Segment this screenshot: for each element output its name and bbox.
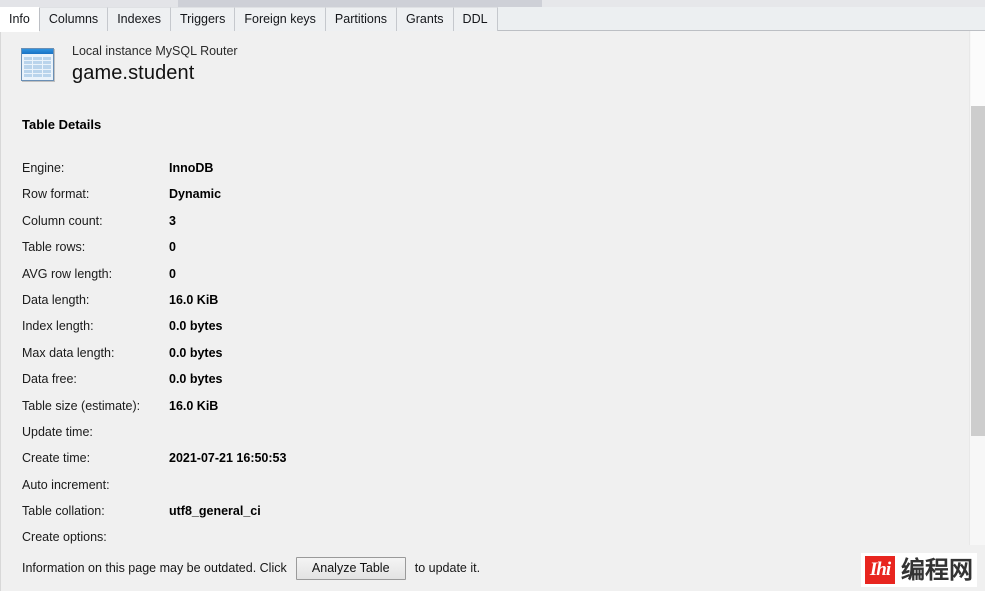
sliver-segment-right <box>542 0 985 7</box>
detail-row: Table rows: 0 <box>22 240 622 266</box>
watermark-text: 编程网 <box>901 556 973 584</box>
table-icon-cell <box>33 69 42 73</box>
detail-value: 0.0 bytes <box>169 345 223 360</box>
table-icon-cell <box>42 65 51 69</box>
table-info-panel: Info Columns Indexes Triggers Foreign keys Pa… <box>0 0 985 591</box>
detail-label: Engine: <box>22 161 65 175</box>
detail-label: Update time: <box>22 424 93 439</box>
scrollbar-thumb[interactable] <box>971 106 985 436</box>
table-icon-grid <box>24 57 51 77</box>
section-title: Table Details <box>22 117 102 132</box>
table-icon-cell <box>24 73 33 77</box>
detail-label: Data length: <box>22 292 90 307</box>
detail-label: Table size (estimate): <box>22 398 141 413</box>
analyze-table-button[interactable]: Analyze Table <box>295 556 406 580</box>
detail-value: 0 <box>169 266 176 281</box>
detail-label: AVG row length: <box>22 266 113 281</box>
table-details-list: Engine: InnoDB Row format: Dynamic Column co… <box>22 161 622 557</box>
footer-text-after: to update it. <box>414 561 481 575</box>
table-icon-titlebar <box>22 49 53 54</box>
detail-value: 0.0 bytes <box>169 319 223 334</box>
table-icon-cell <box>33 73 42 77</box>
detail-value: 16.0 KiB <box>169 398 219 413</box>
watermark: Ihi 编程网 <box>861 553 977 587</box>
detail-label: Auto increment: <box>22 477 110 492</box>
detail-row: AVG row length: 0 <box>22 267 622 293</box>
table-icon-cell <box>24 61 33 65</box>
tab-list: Info Columns Indexes Triggers Foreign keys Pa… <box>0 7 498 32</box>
tab-bar: Info Columns Indexes Triggers Foreign keys Pa… <box>0 7 985 32</box>
tab-triggers[interactable]: Triggers <box>170 7 236 31</box>
detail-row: Index length: 0.0 bytes <box>22 319 622 345</box>
detail-label: Table collation: <box>22 504 105 519</box>
sliver-segment-active <box>178 0 542 7</box>
detail-row: Row format: Dynamic <box>22 187 622 213</box>
connection-label: Local instance MySQL Router <box>72 44 238 58</box>
detail-value: Dynamic <box>169 187 222 202</box>
table-icon-cell <box>42 57 51 61</box>
table-icon <box>18 46 56 84</box>
footer-text-before: Information on this page may be outdated… <box>22 561 287 575</box>
detail-label: Max data length: <box>22 345 115 360</box>
detail-row: Max data length: 0.0 bytes <box>22 346 622 372</box>
detail-row: Table collation: utf8_general_ci <box>22 504 622 530</box>
detail-value: 3 <box>169 213 176 228</box>
table-icon-cell <box>33 61 42 65</box>
scrollbar-track-top[interactable] <box>971 31 985 106</box>
tab-grants[interactable]: Grants <box>397 7 454 31</box>
detail-label: Data free: <box>22 372 77 387</box>
detail-row: Create time: 2021-07-21 16:50:53 <box>22 451 622 477</box>
tab-partitions[interactable]: Partitions <box>325 7 398 31</box>
detail-value: 0 <box>169 240 176 255</box>
tab-ddl[interactable]: DDL <box>453 7 498 31</box>
detail-label: Column count: <box>22 213 103 228</box>
detail-value: 16.0 KiB <box>169 292 219 307</box>
detail-label: Row format: <box>22 187 90 202</box>
detail-value: utf8_general_ci <box>169 504 261 519</box>
details-clip: Engine: InnoDB Row format: Dynamic Column co… <box>1 149 941 567</box>
tab-foreign-keys[interactable]: Foreign keys <box>235 7 326 31</box>
detail-value: InnoDB <box>169 161 214 175</box>
detail-row: Update time: <box>22 425 622 451</box>
detail-label: Table rows: <box>22 240 86 255</box>
parent-tabstrip-sliver <box>0 0 985 7</box>
table-icon-cell <box>42 69 51 73</box>
detail-value: 2021-07-21 16:50:53 <box>169 451 287 466</box>
watermark-logo-icon: Ihi <box>865 556 895 584</box>
info-footer: Information on this page may be outdated… <box>1 545 985 591</box>
detail-row: Column count: 3 <box>22 214 622 240</box>
vertical-scrollbar[interactable] <box>969 31 985 591</box>
table-icon-cell <box>42 73 51 77</box>
table-icon-cell <box>24 57 33 61</box>
table-icon-cell <box>24 69 33 73</box>
detail-row: Engine: InnoDB <box>22 161 622 187</box>
detail-row: Data length: 16.0 KiB <box>22 293 622 319</box>
detail-row: Table size (estimate): 16.0 KiB <box>22 399 622 425</box>
info-content: Local instance MySQL Router game.student… <box>0 31 985 591</box>
detail-value: 0.0 bytes <box>169 372 223 387</box>
detail-label: Create time: <box>22 451 91 466</box>
detail-label: Index length: <box>22 319 94 334</box>
tab-columns[interactable]: Columns <box>39 7 109 31</box>
object-header-text: Local instance MySQL Router game.student <box>72 43 238 85</box>
table-icon-cell <box>42 61 51 65</box>
detail-label: Create options: <box>22 530 107 545</box>
table-icon-cell <box>33 65 42 69</box>
sliver-segment-left <box>0 0 178 7</box>
table-icon-cell <box>24 65 33 69</box>
detail-row: Auto increment: <box>22 478 622 504</box>
table-icon-cell <box>33 57 42 61</box>
tab-info[interactable]: Info <box>0 7 40 32</box>
detail-row: Data free: 0.0 bytes <box>22 372 622 398</box>
object-header: Local instance MySQL Router game.student <box>18 43 238 85</box>
tab-indexes[interactable]: Indexes <box>108 7 171 31</box>
page-title: game.student <box>72 62 195 85</box>
